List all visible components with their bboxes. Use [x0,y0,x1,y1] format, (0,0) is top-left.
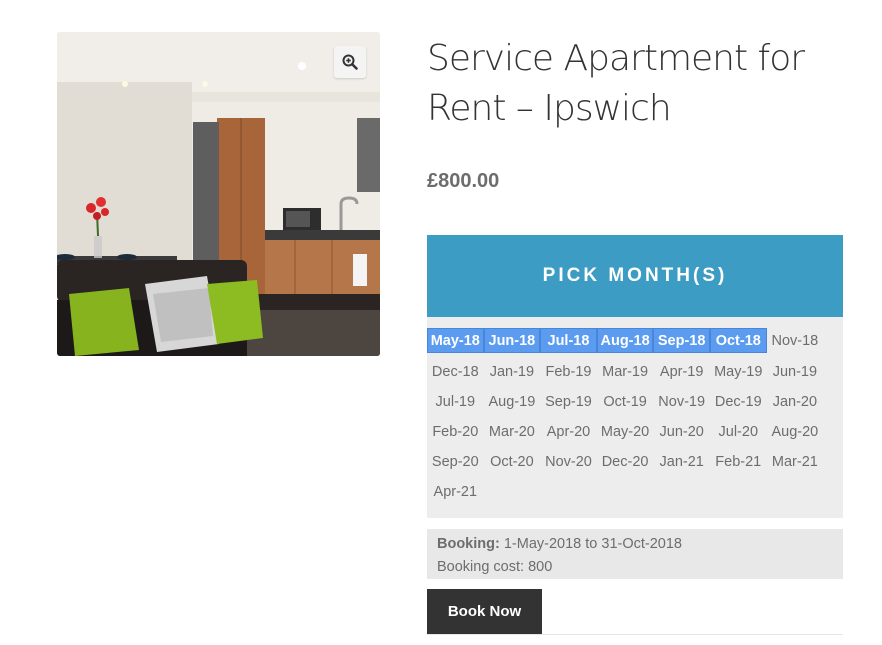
booking-range: 1-May-2018 to 31-Oct-2018 [503,536,682,552]
month-row: Dec-18 Jan-19 Feb-19 Mar-19 Apr-19 May-19 Jun-… [427,359,823,384]
month-picker-grid: May-18 Jun-18 Jul-18 Aug-18 Sep-18 Oct-18 Nov-… [427,317,843,518]
apartment-photo [57,32,380,356]
month-option[interactable]: Apr-21 [427,479,484,504]
zoom-in-icon [342,54,358,70]
month-row: Feb-20 Mar-20 Apr-20 May-20 Jun-20 Jul-20 Aug-… [427,419,823,444]
divider [427,634,843,635]
month-option[interactable]: Jul-20 [710,419,767,444]
month-option[interactable]: Feb-19 [540,359,597,384]
month-option[interactable]: Dec-20 [597,449,654,474]
month-option[interactable]: Mar-20 [484,419,541,444]
month-option[interactable]: Feb-20 [427,419,484,444]
month-option[interactable]: May-19 [710,359,767,384]
month-option[interactable]: Aug-20 [767,419,824,444]
product-title: Service Apartment for Rent – Ipswich [427,38,805,129]
booking-label: Booking: [437,536,500,552]
month-option[interactable]: Aug-19 [484,389,541,414]
month-option[interactable]: Mar-19 [597,359,654,384]
month-option[interactable]: Nov-20 [540,449,597,474]
month-option[interactable]: Apr-19 [653,359,710,384]
month-option[interactable]: Jul-18 [540,328,597,353]
month-option[interactable]: Oct-20 [484,449,541,474]
booking-range-line: Booking: 1-May-2018 to 31-Oct-2018 [437,533,833,556]
month-option[interactable]: Nov-18 [767,328,824,353]
month-option[interactable]: Jul-19 [427,389,484,414]
month-row: Jul-19 Aug-19 Sep-19 Oct-19 Nov-19 Dec-19 Jan-… [427,389,823,414]
month-option[interactable]: Jan-20 [767,389,824,414]
month-option[interactable]: Dec-18 [427,359,484,384]
month-option[interactable]: Feb-21 [710,449,767,474]
month-option[interactable]: May-20 [597,419,654,444]
month-option[interactable]: Sep-18 [653,328,710,353]
month-option[interactable]: Dec-19 [710,389,767,414]
month-option[interactable]: Mar-21 [767,449,824,474]
book-now-button[interactable]: Book Now [427,589,542,634]
month-option[interactable]: Jun-19 [767,359,824,384]
month-option[interactable]: Sep-20 [427,449,484,474]
booking-cost: Booking cost: 800 [437,559,553,575]
pick-months-header: PICK MONTH(S) [427,235,843,317]
month-option[interactable]: Aug-18 [596,328,654,353]
month-option[interactable]: Apr-20 [540,419,597,444]
month-option[interactable]: May-18 [427,328,484,353]
month-option[interactable]: Jan-19 [484,359,541,384]
zoom-button[interactable] [334,46,366,78]
month-row: Apr-21 [427,479,484,504]
product-image[interactable] [57,32,380,356]
month-option[interactable]: Nov-19 [653,389,710,414]
month-row: Sep-20 Oct-20 Nov-20 Dec-20 Jan-21 Feb-21 Mar-… [427,449,823,474]
product-price: £800.00 [427,170,500,192]
month-option[interactable]: Oct-18 [709,328,767,353]
month-option[interactable]: Jun-20 [653,419,710,444]
booking-summary: Booking: 1-May-2018 to 31-Oct-2018 Booki… [427,529,843,579]
month-option[interactable]: Jun-18 [483,328,541,353]
month-row: May-18 Jun-18 Jul-18 Aug-18 Sep-18 Oct-18 Nov-… [427,328,823,353]
month-option[interactable]: Jan-21 [653,449,710,474]
month-option[interactable]: Oct-19 [597,389,654,414]
month-option[interactable]: Sep-19 [540,389,597,414]
